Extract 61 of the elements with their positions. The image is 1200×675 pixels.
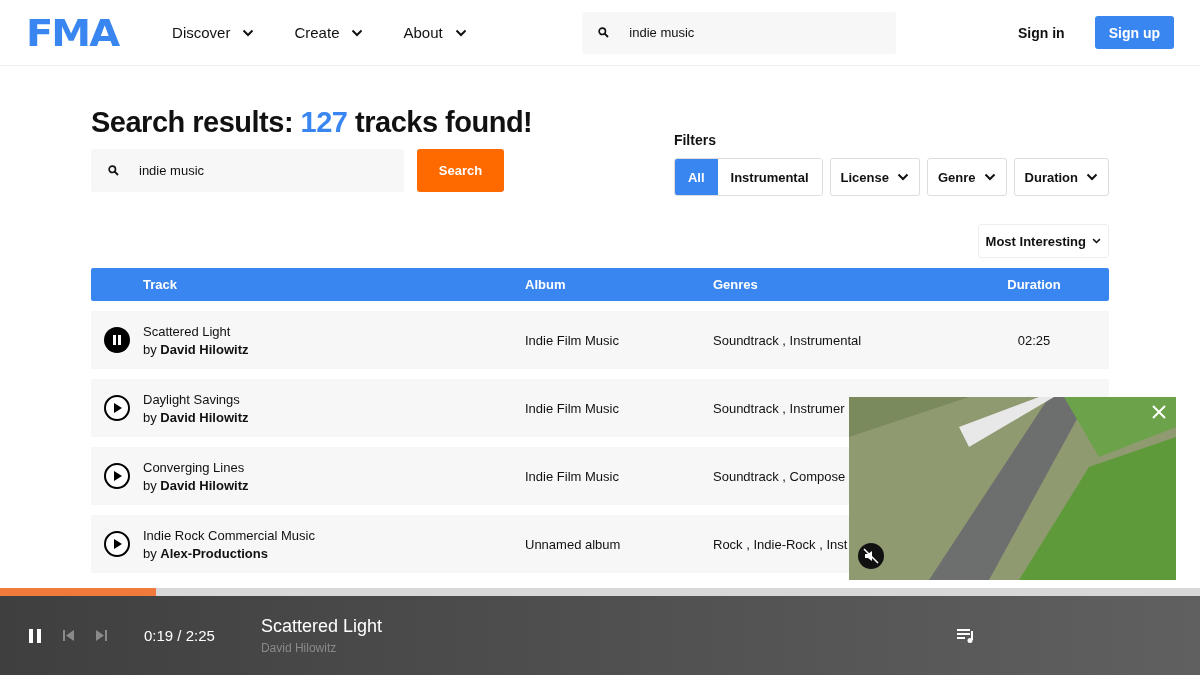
- skip-forward-icon[interactable]: [95, 629, 108, 642]
- pause-icon[interactable]: [104, 327, 130, 353]
- sign-up-button[interactable]: Sign up: [1094, 16, 1174, 49]
- now-playing-title: Scattered Light: [260, 616, 382, 637]
- queue-icon[interactable]: [956, 627, 976, 644]
- track-artist[interactable]: by David Hilowitz: [143, 409, 525, 425]
- column-header: Genres: [713, 277, 759, 292]
- now-playing-artist: David Hilowitz: [260, 641, 338, 655]
- table-cell-text: Rock , Indie-Rock , Inst: [713, 536, 849, 552]
- table-cell-text: Indie Film Music: [525, 332, 620, 348]
- table-cell-text: 02:25: [1016, 332, 1052, 348]
- table-cell-text: Indie Film Music: [525, 468, 620, 484]
- play-icon[interactable]: [104, 395, 130, 421]
- chevron-down-icon: [351, 28, 364, 37]
- play-icon[interactable]: [104, 531, 130, 557]
- result-count: 127: [300, 106, 348, 138]
- playback-time: 0:19 / 2:25: [144, 627, 215, 644]
- skip-back-icon[interactable]: [62, 629, 75, 642]
- track-title[interactable]: Scattered Light: [143, 323, 525, 339]
- nav-menu[interactable]: About: [403, 24, 467, 41]
- filter-dropdown[interactable]: License: [829, 158, 920, 196]
- filter-toggle[interactable]: All: [674, 159, 718, 195]
- nav-menu[interactable]: Discover: [172, 24, 255, 41]
- search-icon: [598, 27, 610, 38]
- table-cell-text: Soundtrack , Compose: [713, 468, 847, 484]
- muted-speaker-icon[interactable]: [858, 543, 884, 569]
- table-cell-text: Soundtrack , Instrumental: [713, 332, 863, 348]
- filter-dropdown[interactable]: Genre: [926, 158, 1007, 196]
- chevron-down-icon: [983, 173, 996, 181]
- search-icon: [108, 165, 119, 176]
- chevron-down-icon: [896, 173, 909, 181]
- close-icon[interactable]: [1152, 405, 1166, 419]
- search-field[interactable]: indie music: [91, 149, 404, 192]
- table-cell-text: Unnamed album: [525, 536, 622, 552]
- logo[interactable]: FMA: [26, 10, 119, 55]
- search-field[interactable]: indie music: [582, 11, 897, 54]
- track-title[interactable]: Converging Lines: [143, 459, 525, 475]
- table-cell-text: Indie Film Music: [525, 400, 620, 416]
- filter-dropdown[interactable]: Duration: [1013, 158, 1109, 196]
- track-artist[interactable]: by David Hilowitz: [143, 341, 525, 357]
- track-title[interactable]: Indie Rock Commercial Music: [143, 527, 525, 543]
- chevron-down-icon: [1092, 237, 1101, 245]
- track-title[interactable]: Daylight Savings: [143, 391, 525, 407]
- column-header: Track: [143, 277, 178, 292]
- track-artist[interactable]: by David Hilowitz: [143, 477, 525, 493]
- column-header: Duration: [1006, 277, 1062, 292]
- table-cell-text: Soundtrack , Instrumer: [713, 400, 846, 416]
- results-heading-text: Search results:: [91, 106, 294, 138]
- chevron-down-icon: [454, 28, 467, 37]
- track-artist[interactable]: by Alex-Productions: [143, 545, 525, 561]
- results-heading-text: tracks found!: [355, 106, 533, 138]
- track-row[interactable]: Scattered Light by David Hilowitz Indie Film Music Soundtrack , Instrumental 02:25: [91, 311, 1109, 369]
- chevron-down-icon: [242, 28, 255, 37]
- play-icon[interactable]: [104, 463, 130, 489]
- nav-menu[interactable]: Create: [294, 24, 364, 41]
- sort-dropdown[interactable]: Most Interesting: [977, 224, 1109, 258]
- filters-label: Filters: [673, 132, 717, 148]
- sign-in-link[interactable]: Sign in: [1012, 23, 1071, 42]
- column-header: Album: [525, 277, 567, 292]
- pause-icon[interactable]: [28, 627, 42, 644]
- chevron-down-icon: [1086, 173, 1098, 181]
